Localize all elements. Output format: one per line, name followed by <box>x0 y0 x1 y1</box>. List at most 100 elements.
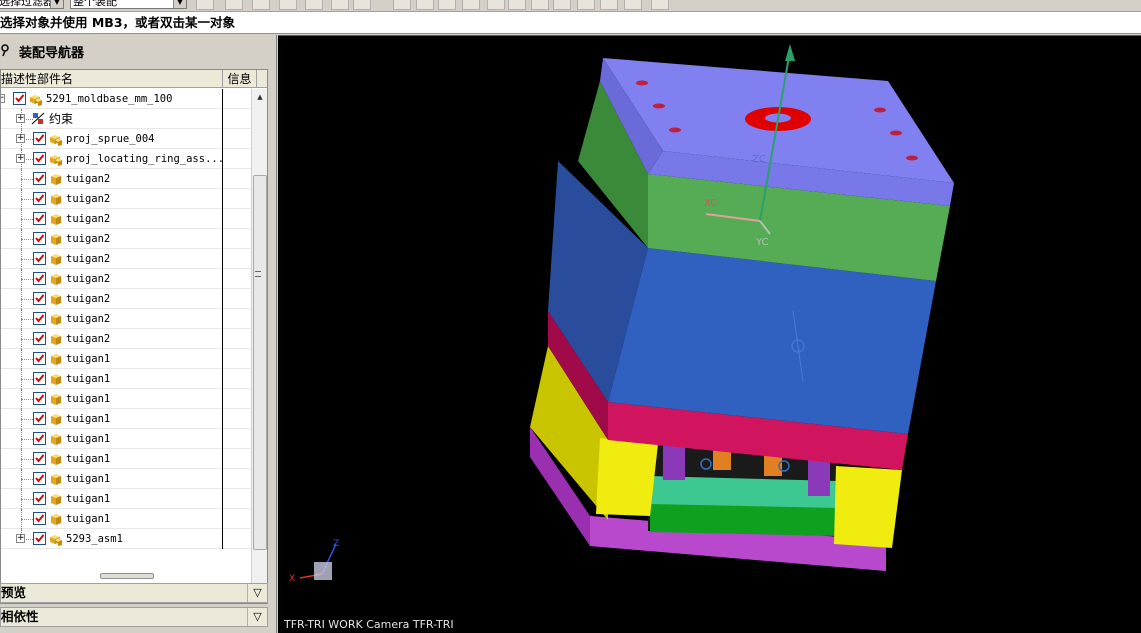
column-divider <box>222 449 223 469</box>
rotate-view-icon[interactable] <box>531 0 549 10</box>
preview-section[interactable]: 预览 ▽ <box>0 583 268 603</box>
constraint-icon <box>31 112 45 126</box>
triad-cube-icon <box>314 562 332 580</box>
part-icon <box>49 512 63 526</box>
ejector-plate[interactable] <box>650 504 838 536</box>
snap-view-icon[interactable] <box>508 0 526 10</box>
expand-icon[interactable]: + <box>16 534 25 543</box>
snap-point-icon[interactable] <box>225 0 243 10</box>
cavity-plate-front[interactable] <box>608 248 936 434</box>
tree-row[interactable]: tuigan2 <box>1 329 251 349</box>
pin-icon[interactable] <box>0 43 12 65</box>
spacer-block-left[interactable] <box>596 438 658 516</box>
tree-row[interactable]: tuigan1 <box>1 429 251 449</box>
fit-view-icon[interactable] <box>393 0 411 10</box>
tree-row[interactable]: tuigan1 <box>1 469 251 489</box>
tree-row[interactable]: tuigan2 <box>1 289 251 309</box>
visibility-checkbox[interactable] <box>33 192 46 205</box>
scroll-up-icon[interactable]: ▲ <box>253 90 267 104</box>
visibility-checkbox[interactable] <box>33 532 46 545</box>
visibility-checkbox[interactable] <box>33 172 46 185</box>
collapse-icon[interactable]: − <box>1 94 5 103</box>
navigator-title: 装配导航器 <box>19 46 85 61</box>
visibility-checkbox[interactable] <box>33 272 46 285</box>
visibility-checkbox[interactable] <box>33 232 46 245</box>
tree-row[interactable]: tuigan1 <box>1 389 251 409</box>
visibility-checkbox[interactable] <box>33 412 46 425</box>
visibility-checkbox[interactable] <box>33 252 46 265</box>
column-divider <box>222 289 223 309</box>
tree-row[interactable]: + proj_locating_ring_ass... <box>1 149 251 169</box>
visibility-checkbox[interactable] <box>33 372 46 385</box>
visibility-checkbox[interactable] <box>33 432 46 445</box>
visibility-checkbox[interactable] <box>33 512 46 525</box>
orient-view-icon[interactable] <box>651 0 669 10</box>
visibility-checkbox[interactable] <box>33 312 46 325</box>
graphics-viewport[interactable]: ZC XC YC Z X TFR-TRI WORK Camera TFR-TRI <box>278 35 1141 633</box>
visibility-checkbox[interactable] <box>33 452 46 465</box>
undo-view-icon[interactable] <box>487 0 505 10</box>
mid-point-icon[interactable] <box>279 0 297 10</box>
tree-row-label: tuigan2 <box>66 333 111 345</box>
scroll-thumb[interactable] <box>253 175 267 550</box>
end-point-icon[interactable] <box>252 0 270 10</box>
visibility-checkbox[interactable] <box>33 152 46 165</box>
tree-row[interactable]: +5293_asm1 <box>1 529 251 549</box>
tree-row[interactable]: tuigan2 <box>1 169 251 189</box>
pan-icon[interactable] <box>438 0 456 10</box>
chevron-down-icon[interactable]: ▽ <box>247 608 267 626</box>
shaded-view-icon[interactable] <box>624 0 642 10</box>
rotate-icon[interactable] <box>462 0 480 10</box>
tree-row[interactable]: tuigan2 <box>1 209 251 229</box>
tree-row[interactable]: tuigan1 <box>1 489 251 509</box>
selection-scope-combo[interactable]: 整个装配 ▼ <box>70 0 187 9</box>
crosshair-icon[interactable] <box>577 0 595 10</box>
select-all-icon[interactable] <box>196 0 214 10</box>
tree-row[interactable]: tuigan2 <box>1 249 251 269</box>
tree-row[interactable]: tuigan1 <box>1 349 251 369</box>
visibility-checkbox[interactable] <box>33 352 46 365</box>
expand-icon[interactable]: + <box>16 134 25 143</box>
chevron-down-icon[interactable]: ▼ <box>50 0 63 8</box>
tree-row[interactable]: tuigan1 <box>1 509 251 529</box>
tree-row[interactable]: tuigan1 <box>1 369 251 389</box>
visibility-checkbox[interactable] <box>33 492 46 505</box>
tree-row[interactable]: tuigan2 <box>1 309 251 329</box>
selection-filter-combo[interactable]: 选择过滤器 ▼ <box>0 0 64 9</box>
expand-icon[interactable]: + <box>16 154 25 163</box>
panel-splitter[interactable] <box>100 573 154 579</box>
expand-icon[interactable]: + <box>16 114 25 123</box>
visibility-checkbox[interactable] <box>33 392 46 405</box>
visibility-checkbox[interactable] <box>33 332 46 345</box>
chevron-down-icon[interactable]: ▼ <box>173 0 186 8</box>
column-header-name[interactable]: 描述性部件名 <box>1 70 223 88</box>
tree-row[interactable]: tuigan2 <box>1 189 251 209</box>
tree-vertical-scrollbar[interactable]: ▲ ▼ <box>251 89 267 603</box>
box-select-icon[interactable] <box>353 0 371 10</box>
spacer-block-right[interactable] <box>834 466 902 548</box>
tree-row[interactable]: − 5291_moldbase_mm_100 <box>1 89 251 109</box>
mold-base-model[interactable]: ZC XC YC Z X <box>278 36 1141 633</box>
intersection-icon[interactable] <box>331 0 349 10</box>
return-pin-left[interactable] <box>663 444 685 480</box>
visibility-checkbox[interactable] <box>33 132 46 145</box>
tree-row[interactable]: tuigan1 <box>1 409 251 429</box>
chevron-down-icon[interactable]: ▽ <box>247 584 267 602</box>
visibility-checkbox[interactable] <box>13 92 26 105</box>
measure-icon[interactable] <box>600 0 618 10</box>
zoom-icon[interactable] <box>416 0 434 10</box>
tree-row[interactable]: tuigan2 <box>1 229 251 249</box>
tree-row[interactable]: tuigan2 <box>1 269 251 289</box>
column-header-info[interactable]: 信息 <box>223 70 257 88</box>
visibility-checkbox[interactable] <box>33 212 46 225</box>
visibility-checkbox[interactable] <box>33 292 46 305</box>
column-divider <box>222 389 223 409</box>
restore-view-icon[interactable] <box>553 0 571 10</box>
assembly-tree[interactable]: 描述性部件名 信息 − 5291_moldbase_mm_100 + 约束 + proj_… <box>0 69 268 604</box>
control-point-icon[interactable] <box>305 0 323 10</box>
tree-row[interactable]: tuigan1 <box>1 449 251 469</box>
visibility-checkbox[interactable] <box>33 472 46 485</box>
tree-row[interactable]: + 约束 <box>1 109 251 129</box>
dependency-section[interactable]: 相依性 ▽ <box>0 607 268 627</box>
tree-row[interactable]: + proj_sprue_004 <box>1 129 251 149</box>
